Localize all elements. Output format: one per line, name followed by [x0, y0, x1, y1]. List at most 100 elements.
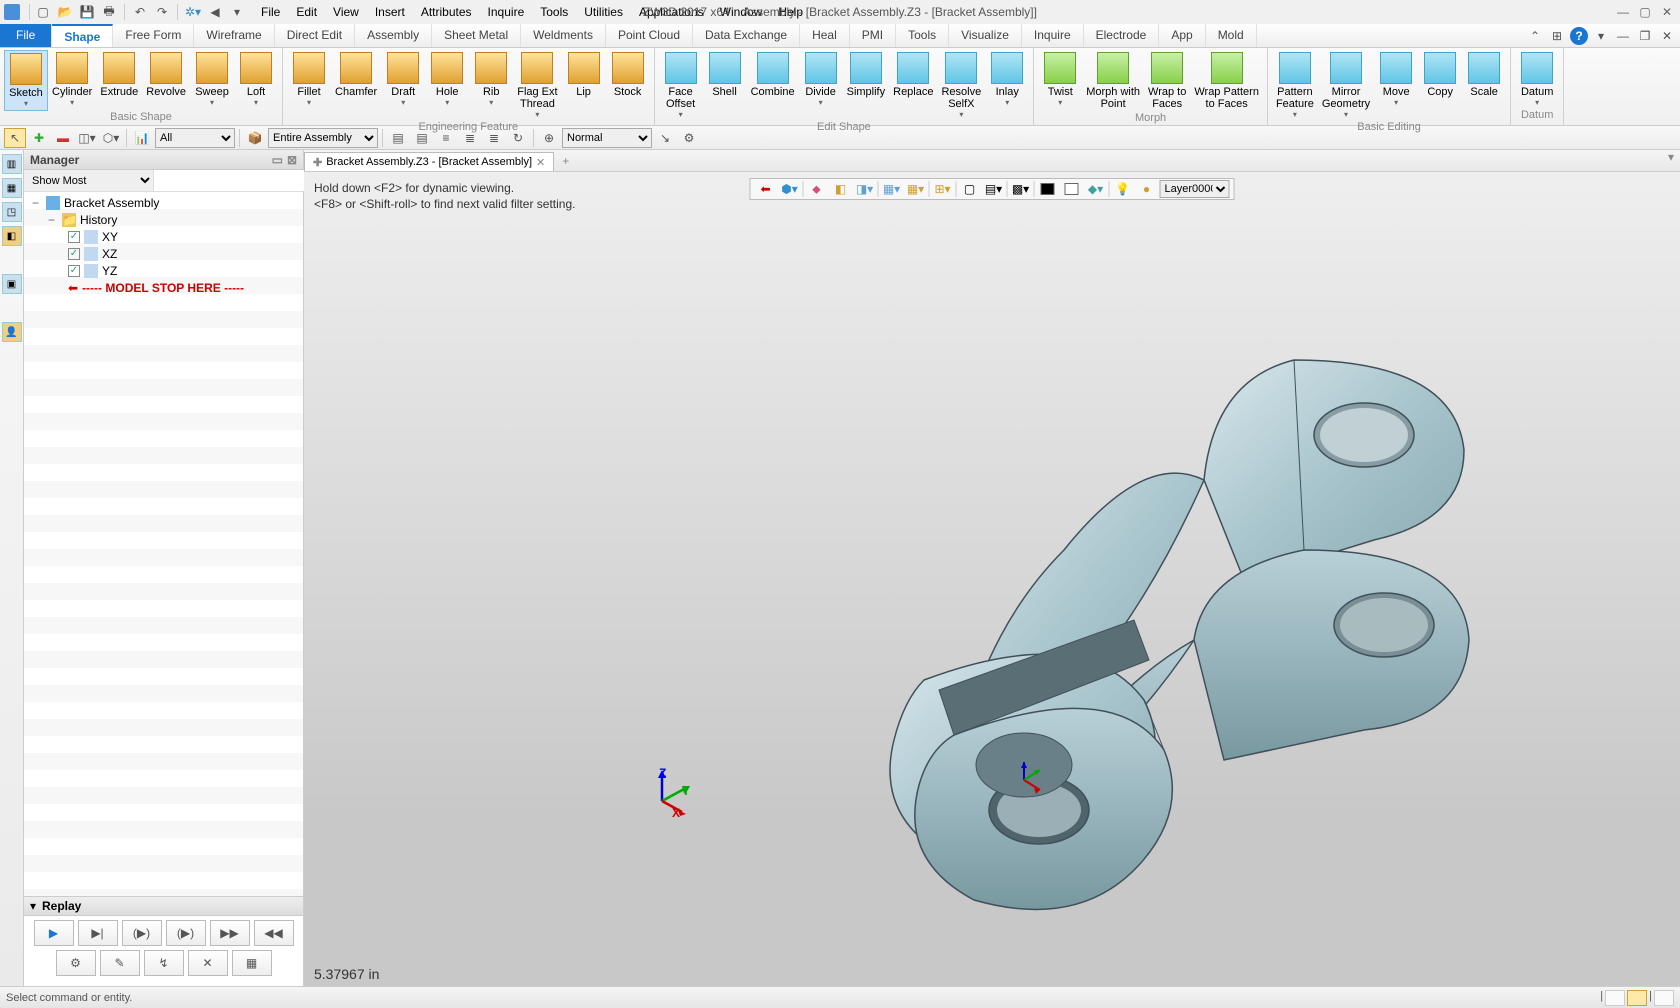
open-icon[interactable]: 📂 — [55, 3, 75, 21]
show-select[interactable]: Show Most — [24, 170, 154, 191]
tab-wireframe[interactable]: Wireframe — [194, 24, 274, 47]
menu-insert[interactable]: Insert — [367, 3, 413, 21]
mgr-pin-icon[interactable]: ▭ — [272, 153, 283, 167]
rib-button[interactable]: Rib▾ — [469, 50, 513, 121]
color-cyan-icon[interactable]: ◆▾ — [1085, 180, 1107, 198]
minimize-icon[interactable]: — — [1614, 5, 1632, 19]
cube-iso-icon[interactable]: ◧ — [830, 180, 852, 198]
sketch-button[interactable]: Sketch▾ — [4, 50, 48, 111]
draft-button[interactable]: Draft▾ — [381, 50, 425, 121]
save-icon[interactable]: 💾 — [77, 3, 97, 21]
exit-icon[interactable]: ⬅ — [755, 180, 777, 198]
new-icon[interactable]: ▢ — [33, 3, 53, 21]
align-center-icon[interactable]: ▤ — [411, 128, 433, 148]
doc-plus-icon[interactable]: ✚ — [313, 156, 322, 169]
fwd-icon[interactable]: ▾ — [227, 3, 247, 21]
feature-tree[interactable]: −Bracket Assembly −📁History ✓XY ✓XZ ✓YZ … — [24, 192, 303, 896]
origin-gizmo[interactable] — [1004, 760, 1044, 800]
tab-electrode[interactable]: Electrode — [1084, 24, 1160, 47]
back-icon[interactable]: ◀ — [205, 3, 225, 21]
document-tab[interactable]: ✚ Bracket Assembly.Z3 - [Bracket Assembl… — [304, 152, 554, 171]
light-icon[interactable]: 💡 — [1112, 180, 1134, 198]
replay-header[interactable]: ▾Replay — [24, 896, 303, 916]
sweep-button[interactable]: Sweep▾ — [190, 50, 234, 111]
display-select[interactable]: Normal — [562, 128, 652, 148]
tab-weldments[interactable]: Weldments — [521, 24, 606, 47]
wrappattern-button[interactable]: Wrap Pattern to Faces — [1190, 50, 1263, 112]
revolve-button[interactable]: Revolve — [142, 50, 190, 111]
lip-button[interactable]: Lip — [562, 50, 606, 121]
tab-inquire[interactable]: Inquire — [1022, 24, 1084, 47]
tree-root[interactable]: −Bracket Assembly — [24, 194, 303, 211]
faceoffset-button[interactable]: Face Offset▾ — [659, 50, 703, 121]
mgr-close-icon[interactable]: ⊠ — [287, 153, 297, 167]
poly-sel-icon[interactable]: ⬡▾ — [100, 128, 122, 148]
frame-icon[interactable]: ▢ — [959, 180, 981, 198]
list3-icon[interactable]: ≣ — [483, 128, 505, 148]
undo-icon[interactable]: ↶ — [130, 3, 150, 21]
tab-dataexchange[interactable]: Data Exchange — [693, 24, 800, 47]
gear-icon[interactable]: ⚙ — [678, 128, 700, 148]
sidebar-body-icon[interactable]: ◧ — [2, 226, 22, 246]
menu-tools[interactable]: Tools — [532, 3, 576, 21]
hole-button[interactable]: Hole▾ — [425, 50, 469, 121]
step-in-button[interactable]: (▶) — [122, 920, 162, 946]
model-bracket[interactable] — [864, 320, 1484, 940]
fillet-button[interactable]: Fillet▾ — [287, 50, 331, 121]
tree-history[interactable]: −📁History — [24, 211, 303, 228]
sidebar-mgr-icon[interactable]: ▥ — [2, 154, 22, 174]
3d-viewport[interactable]: ✚ Bracket Assembly.Z3 - [Bracket Assembl… — [304, 150, 1680, 986]
datum-button[interactable]: Datum▾ — [1515, 50, 1559, 109]
menu-inquire[interactable]: Inquire — [480, 3, 533, 21]
box1-icon[interactable]: ▦▾ — [881, 180, 903, 198]
menu-file[interactable]: File — [253, 3, 288, 21]
scope-icon[interactable]: 📦 — [244, 128, 266, 148]
tab-directedit[interactable]: Direct Edit — [275, 24, 355, 47]
snapshot-button[interactable]: ▦ — [232, 950, 272, 976]
menu-edit[interactable]: Edit — [288, 3, 325, 21]
tool3-button[interactable]: ↯ — [144, 950, 184, 976]
globe-icon[interactable]: ⊕ — [538, 128, 560, 148]
maximize-icon[interactable]: ▢ — [1636, 5, 1654, 19]
color-white-swatch[interactable] — [1061, 180, 1083, 198]
tab-assembly[interactable]: Assembly — [355, 24, 432, 47]
sidebar-view-icon[interactable]: ◳ — [2, 202, 22, 222]
divide-button[interactable]: Divide▾ — [799, 50, 843, 121]
add-sel-icon[interactable]: ✚ — [28, 128, 50, 148]
status-btn-1[interactable] — [1605, 990, 1625, 1006]
tab-pointcloud[interactable]: Point Cloud — [606, 24, 693, 47]
ribbon-dropdown-icon[interactable]: ▾ — [1592, 27, 1610, 45]
tool1-button[interactable]: ⚙ — [56, 950, 96, 976]
rewind-button[interactable]: ◀◀ — [254, 920, 294, 946]
stock-button[interactable]: Stock — [606, 50, 650, 121]
loft-button[interactable]: Loft▾ — [234, 50, 278, 111]
help-icon[interactable]: ? — [1570, 27, 1588, 45]
tree-model-stop[interactable]: ⬅----- MODEL STOP HERE ----- — [24, 279, 303, 296]
scale-button[interactable]: Scale — [1462, 50, 1506, 121]
cursor-icon[interactable]: ↖ — [4, 128, 26, 148]
tree-plane-yz[interactable]: ✓YZ — [24, 262, 303, 279]
tab-tools[interactable]: Tools — [896, 24, 949, 47]
tool2-button[interactable]: ✎ — [100, 950, 140, 976]
align-left-icon[interactable]: ▤ — [387, 128, 409, 148]
tabs-menu-icon[interactable]: ▾ — [1662, 150, 1680, 171]
play-button[interactable]: ▶ — [34, 920, 74, 946]
layer-color-icon[interactable]: ● — [1136, 180, 1158, 198]
tab-file[interactable]: File — [0, 24, 52, 47]
new-tab-icon[interactable]: + — [554, 150, 577, 171]
extrude-button[interactable]: Extrude — [96, 50, 142, 111]
tree-plane-xz[interactable]: ✓XZ — [24, 245, 303, 262]
shell-button[interactable]: Shell — [703, 50, 747, 121]
replace-button[interactable]: Replace — [889, 50, 937, 121]
tab-sheetmetal[interactable]: Sheet Metal — [432, 24, 521, 47]
view-home-icon[interactable]: ⬢▾ — [779, 180, 801, 198]
mirrorgeometry-button[interactable]: Mirror Geometry▾ — [1318, 50, 1374, 121]
toolbar-options-icon[interactable]: ⊞ — [1548, 27, 1566, 45]
list-icon[interactable]: ≡ — [435, 128, 457, 148]
status-btn-2[interactable] — [1627, 990, 1647, 1006]
menu-utilities[interactable]: Utilities — [576, 3, 631, 21]
child-close-icon[interactable]: ✕ — [1658, 27, 1676, 45]
tab-freeform[interactable]: Free Form — [113, 24, 194, 47]
layer-select[interactable]: Layer0000 — [1160, 180, 1230, 198]
redo-icon[interactable]: ↷ — [152, 3, 172, 21]
